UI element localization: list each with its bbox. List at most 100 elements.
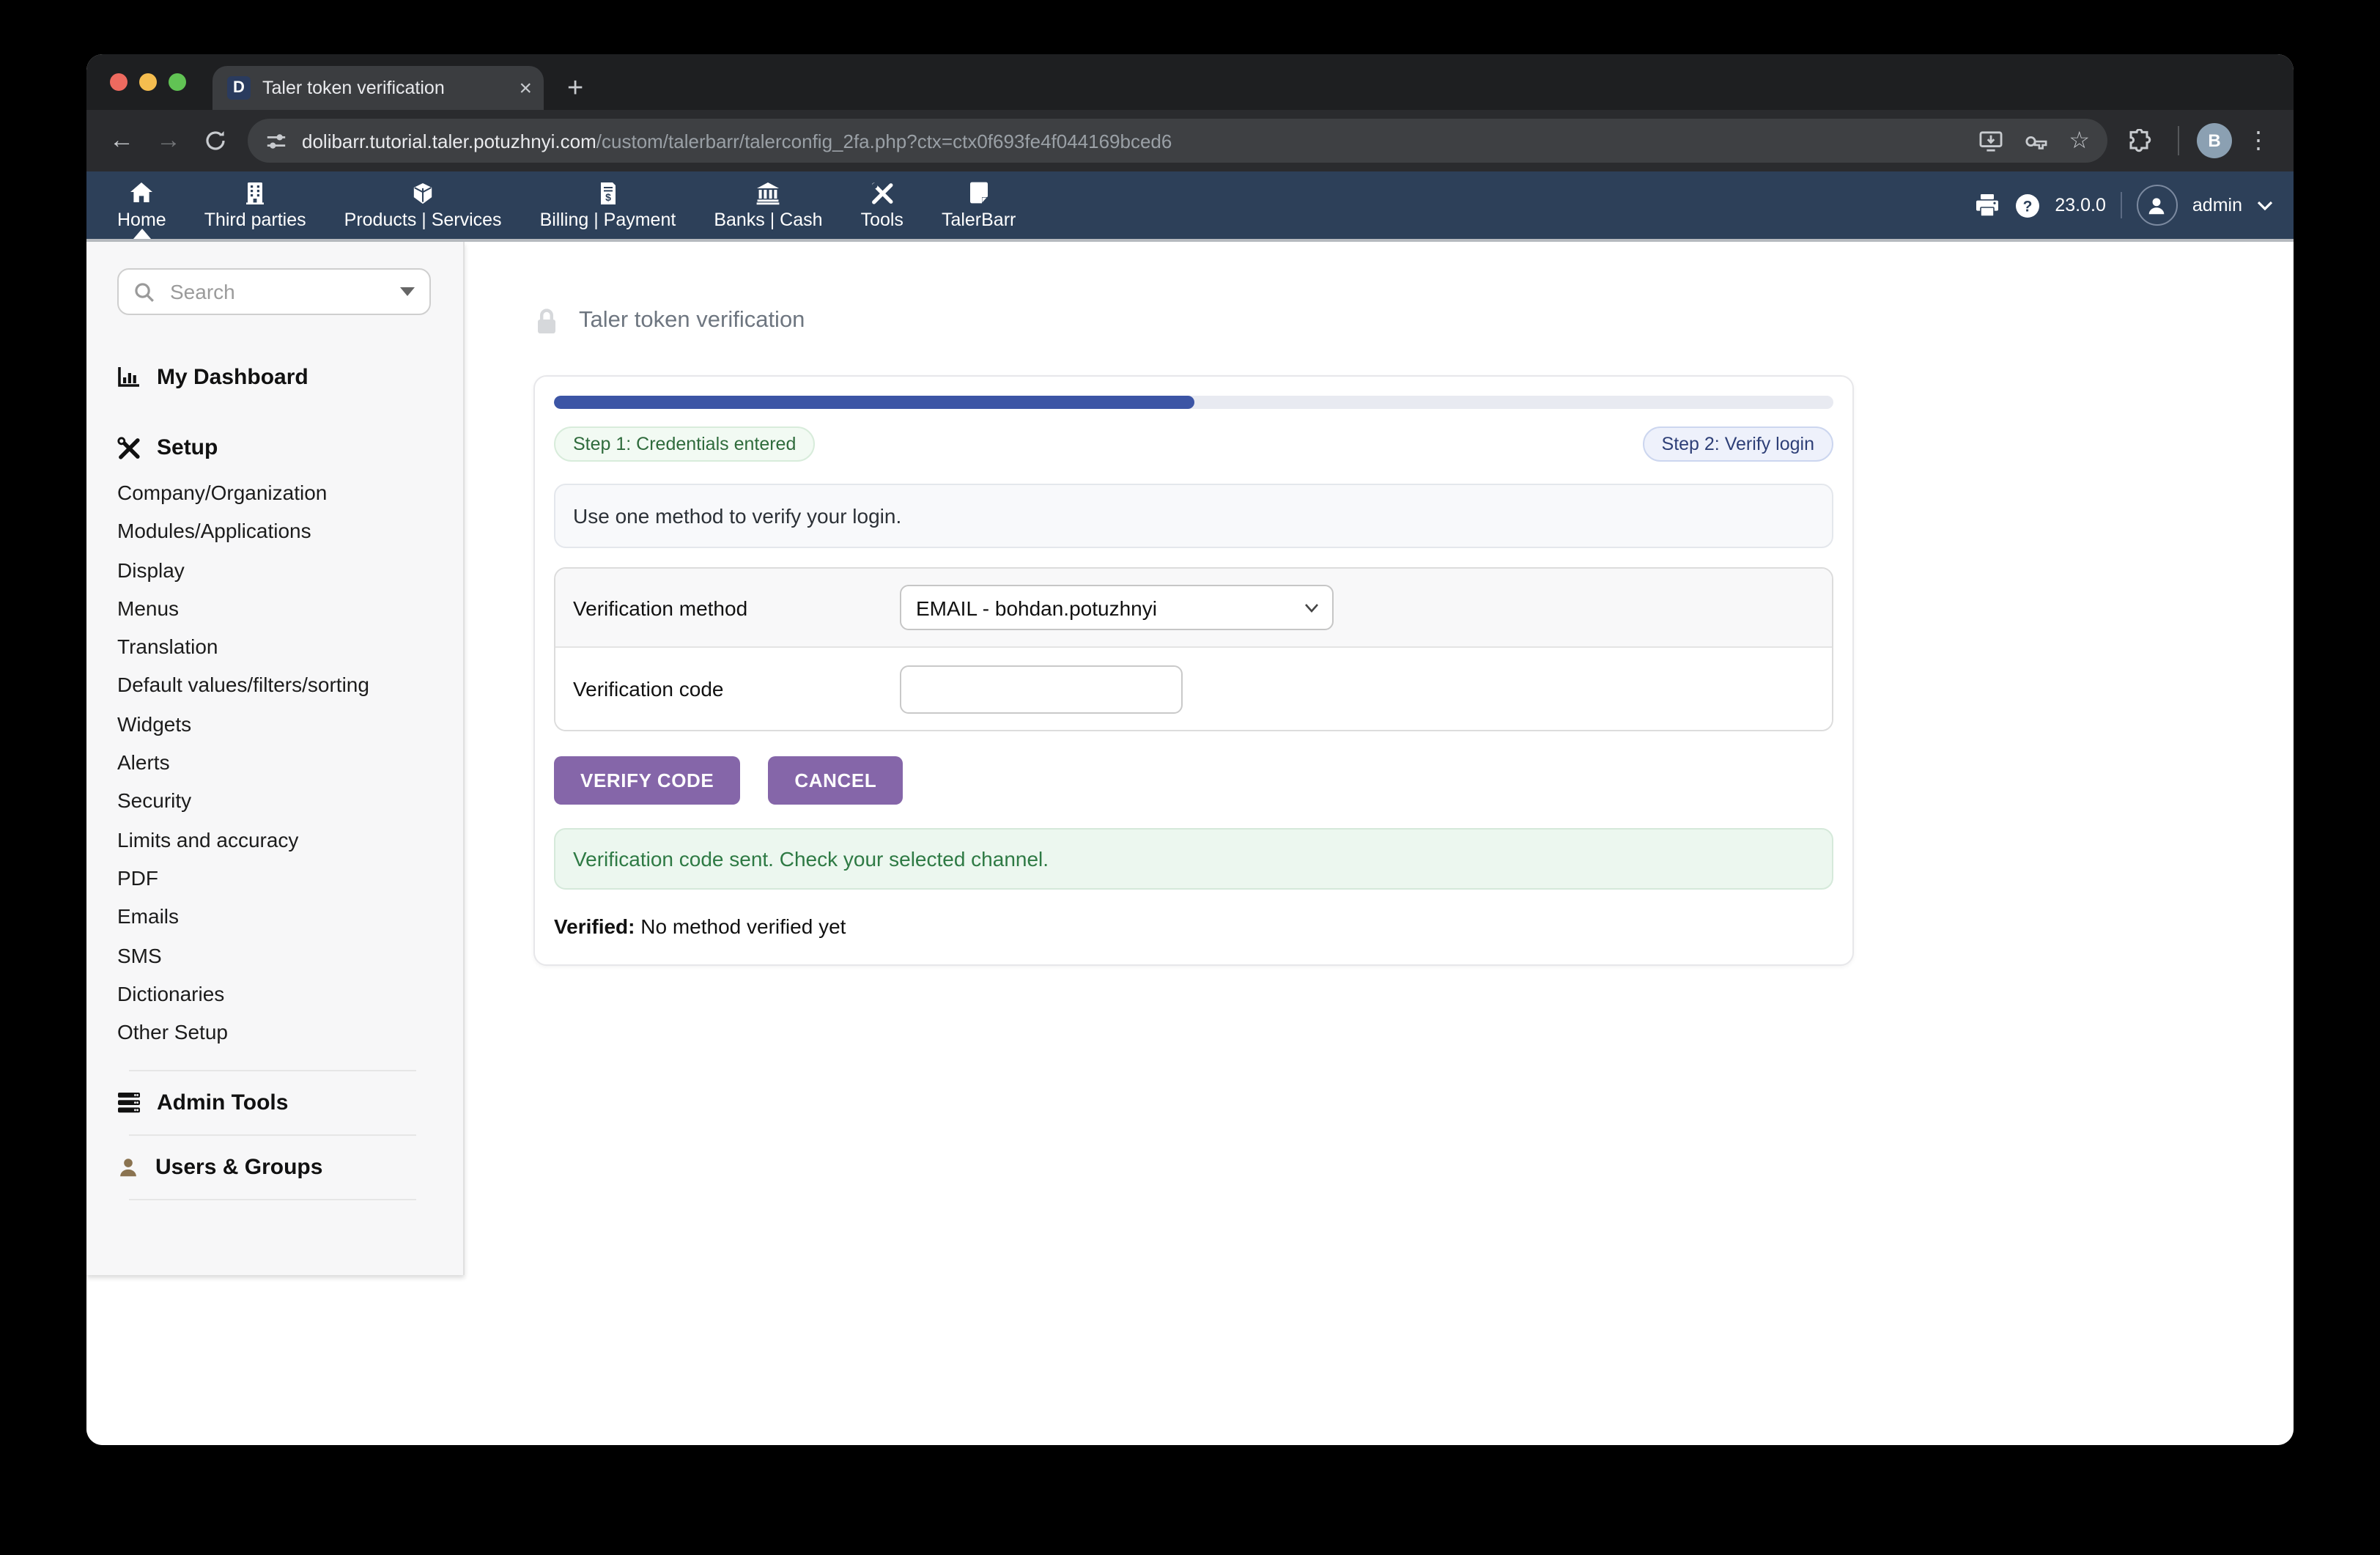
browser-profile-avatar[interactable]: B xyxy=(2197,123,2232,158)
selected-method: EMAIL - bohdan.potuzhnyi xyxy=(916,596,1157,619)
extensions-icon[interactable] xyxy=(2119,120,2160,161)
app-navbar: Home Third parties Products | Services $… xyxy=(86,171,2294,242)
screen: D Taler token verification × + ← → dolib… xyxy=(0,0,2380,1555)
building-icon xyxy=(246,180,264,205)
sidebar-section-label: Setup xyxy=(157,435,218,460)
select-chevron-icon xyxy=(1304,603,1319,612)
sidebar-section-admin-tools[interactable]: Admin Tools xyxy=(117,1091,440,1116)
nav-billing-payment[interactable]: $ Billing | Payment xyxy=(521,171,695,239)
nav-label: Home xyxy=(117,210,166,230)
code-label: Verification code xyxy=(573,677,900,701)
sidebar-item-other-setup[interactable]: Other Setup xyxy=(117,1013,440,1052)
talerbarr-note-icon xyxy=(969,180,989,205)
verification-code-input[interactable] xyxy=(900,665,1183,713)
back-icon[interactable]: ← xyxy=(101,120,142,161)
sidebar-item-security[interactable]: Security xyxy=(117,782,440,821)
sidebar: My Dashboard Setup Company/Organization … xyxy=(86,242,465,1275)
user-menu-chevron-icon[interactable] xyxy=(2257,200,2273,210)
nav-home[interactable]: Home xyxy=(98,171,185,239)
nav-label: Banks | Cash xyxy=(714,210,822,230)
close-window-button[interactable] xyxy=(110,73,128,91)
help-icon[interactable]: ? xyxy=(2015,193,2040,218)
install-app-icon[interactable] xyxy=(1978,130,2003,152)
verification-table: Verification method EMAIL - bohdan.potuz… xyxy=(554,567,1833,731)
sidebar-section-users-groups[interactable]: Users & Groups xyxy=(117,1156,440,1181)
nav-label: Third parties xyxy=(204,210,306,230)
site-info-icon[interactable] xyxy=(265,130,287,152)
lock-icon xyxy=(533,306,560,336)
print-icon[interactable] xyxy=(1974,193,2000,217)
verification-method-select[interactable]: EMAIL - bohdan.potuzhnyi xyxy=(900,585,1334,630)
sidebar-item-alerts[interactable]: Alerts xyxy=(117,743,440,782)
nav-tools[interactable]: Tools xyxy=(842,171,923,239)
navbar-right-cluster: ? 23.0.0 admin xyxy=(1974,171,2285,239)
verification-card: Step 1: Credentials entered Step 2: Veri… xyxy=(533,375,1854,966)
search-input[interactable] xyxy=(167,278,400,305)
sidebar-divider xyxy=(129,1200,416,1201)
sidebar-item-menus[interactable]: Menus xyxy=(117,589,440,628)
nav-products-services[interactable]: Products | Services xyxy=(325,171,521,239)
app-version: 23.0.0 xyxy=(2055,195,2106,215)
code-sent-notice: Verification code sent. Check your selec… xyxy=(554,828,1833,890)
password-key-icon[interactable] xyxy=(2023,130,2048,152)
verified-label: Verified: xyxy=(554,915,635,938)
sidebar-divider xyxy=(129,1135,416,1137)
sidebar-item-translation[interactable]: Translation xyxy=(117,627,440,666)
browser-menu-icon[interactable]: ⋮ xyxy=(2238,120,2279,161)
nav-banks-cash[interactable]: Banks | Cash xyxy=(695,171,841,239)
setup-menu-list: Company/Organization Modules/Application… xyxy=(117,473,440,1052)
sidebar-item-company[interactable]: Company/Organization xyxy=(117,473,440,512)
verified-value: No method verified yet xyxy=(640,915,846,938)
sidebar-item-label: My Dashboard xyxy=(157,365,308,390)
tab-title: Taler token verification xyxy=(262,78,510,98)
cube-icon xyxy=(412,180,434,205)
browser-tab[interactable]: D Taler token verification × xyxy=(212,66,544,110)
sidebar-item-pdf[interactable]: PDF xyxy=(117,859,440,898)
tab-strip: D Taler token verification × + xyxy=(86,54,2294,110)
sidebar-item-emails[interactable]: Emails xyxy=(117,898,440,937)
dolibarr-favicon-icon: D xyxy=(227,76,251,100)
reload-icon[interactable] xyxy=(195,120,236,161)
close-tab-icon[interactable]: × xyxy=(519,77,532,99)
verify-code-button[interactable]: VERIFY CODE xyxy=(554,756,740,805)
nav-label: Products | Services xyxy=(344,210,502,230)
sidebar-item-default-values[interactable]: Default values/filters/sorting xyxy=(117,666,440,705)
sidebar-item-display[interactable]: Display xyxy=(117,550,440,589)
sidebar-item-limits[interactable]: Limits and accuracy xyxy=(117,820,440,859)
url-path: /custom/talerbarr/talerconfig_2fa.php?ct… xyxy=(596,130,1172,152)
nav-third-parties[interactable]: Third parties xyxy=(185,171,325,239)
forward-icon[interactable]: → xyxy=(148,120,189,161)
search-icon xyxy=(133,281,155,303)
sidebar-search[interactable] xyxy=(117,268,431,315)
address-bar[interactable]: dolibarr.tutorial.taler.potuzhnyi.com/cu… xyxy=(248,119,2107,163)
zoom-window-button[interactable] xyxy=(169,73,186,91)
nav-label: Tools xyxy=(861,210,903,230)
cancel-button[interactable]: CANCEL xyxy=(768,756,903,805)
new-tab-button[interactable]: + xyxy=(567,75,583,103)
toolbar-divider xyxy=(2178,126,2179,155)
sidebar-section-label: Admin Tools xyxy=(157,1091,288,1116)
sidebar-item-modules[interactable]: Modules/Applications xyxy=(117,512,440,551)
page-title: Taler token verification xyxy=(579,308,805,334)
sidebar-item-dashboard[interactable]: My Dashboard xyxy=(117,365,440,390)
setup-tools-icon xyxy=(117,436,141,459)
nav-talerbarr[interactable]: TalerBarr xyxy=(923,171,1035,239)
steps-row: Step 1: Credentials entered Step 2: Veri… xyxy=(554,426,1833,462)
minimize-window-button[interactable] xyxy=(139,73,157,91)
method-label: Verification method xyxy=(573,596,900,619)
search-dropdown-caret-icon[interactable] xyxy=(400,287,415,296)
invoice-icon: $ xyxy=(599,180,616,205)
sidebar-item-sms[interactable]: SMS xyxy=(117,936,440,975)
user-avatar-icon[interactable] xyxy=(2137,185,2178,226)
nav-label: Billing | Payment xyxy=(540,210,676,230)
step1-badge: Step 1: Credentials entered xyxy=(554,426,815,462)
bookmark-star-icon[interactable]: ☆ xyxy=(2069,126,2090,155)
page-title-row: Taler token verification xyxy=(533,306,2294,336)
tools-icon xyxy=(871,180,894,205)
sidebar-section-setup[interactable]: Setup xyxy=(117,435,440,460)
sidebar-divider xyxy=(129,1071,416,1072)
sidebar-item-dictionaries[interactable]: Dictionaries xyxy=(117,975,440,1013)
users-icon xyxy=(117,1157,139,1179)
user-name[interactable]: admin xyxy=(2192,195,2242,215)
sidebar-item-widgets[interactable]: Widgets xyxy=(117,705,440,744)
